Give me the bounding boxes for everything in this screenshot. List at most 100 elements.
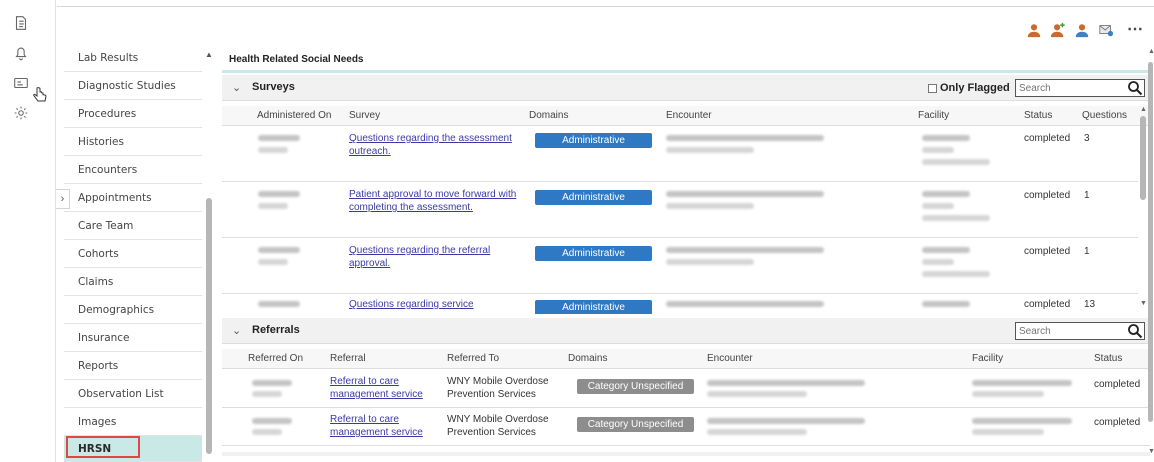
column-header[interactable]: Encounter — [707, 353, 753, 364]
gear-icon[interactable] — [10, 102, 32, 124]
domain-badge: Category Unspecified — [577, 379, 694, 394]
survey-link[interactable]: Patient approval to move forward with co… — [349, 188, 534, 214]
table-row[interactable]: Questions regarding the assessment outre… — [222, 126, 1138, 182]
sidebar-item-diagnostic-studies[interactable]: Diagnostic Studies — [64, 72, 202, 100]
redacted-facility — [922, 215, 990, 221]
question-count: 1 — [1084, 190, 1090, 201]
column-header[interactable]: Status — [1024, 110, 1052, 121]
domain-badge: Administrative — [535, 246, 652, 261]
status-text: completed — [1024, 133, 1071, 144]
redacted-encounter — [666, 147, 754, 153]
surveys-search-input[interactable] — [1016, 80, 1126, 96]
referrals-title: Referrals — [252, 324, 300, 336]
column-header[interactable]: Administered On — [257, 110, 331, 121]
table-row[interactable]: Patient approval to move forward with co… — [222, 182, 1138, 238]
sidebar-item-appointments[interactable]: Appointments — [64, 184, 202, 212]
column-header[interactable]: Referral — [330, 353, 366, 364]
referral-link[interactable]: Referral to care management service — [330, 413, 440, 439]
redacted-facility — [922, 271, 990, 277]
surveys-header[interactable]: ⌄ Surveys Only Flagged — [222, 75, 1150, 101]
scroll-down-arrow-icon[interactable]: ▼ — [1140, 300, 1147, 307]
table-row[interactable]: Questions regarding the referral approva… — [222, 238, 1138, 294]
sidebar-item-hrsn[interactable]: HRSN — [64, 436, 202, 462]
chevron-down-icon[interactable]: ⌄ — [232, 324, 241, 337]
status-text: completed — [1024, 190, 1071, 201]
redacted-facility — [922, 301, 970, 307]
sidebar-item-label: Reports — [78, 359, 119, 372]
redacted-encounter — [707, 418, 865, 424]
sidebar-item-observation-list[interactable]: Observation List — [64, 380, 202, 408]
surveys-table-header: Administered On Survey Domains Encounter… — [222, 106, 1150, 126]
surveys-title: Surveys — [252, 81, 295, 93]
scroll-up-arrow-icon[interactable]: ▲ — [1148, 48, 1154, 55]
document-icon[interactable] — [10, 12, 32, 34]
survey-link[interactable]: Questions regarding the assessment outre… — [349, 132, 529, 158]
title-underline — [222, 70, 1150, 73]
sidebar-item-images[interactable]: Images — [64, 408, 202, 436]
more-options-icon[interactable]: ⋯ — [1127, 22, 1144, 38]
bell-icon[interactable] — [10, 42, 32, 64]
scroll-up-arrow-icon[interactable]: ▲ — [205, 50, 213, 59]
sidebar-item-insurance[interactable]: Insurance — [64, 324, 202, 352]
column-header[interactable]: Referred On — [248, 353, 303, 364]
survey-link[interactable]: Questions regarding the referral approva… — [349, 244, 529, 270]
only-flagged-checkbox[interactable] — [928, 83, 937, 93]
message-icon[interactable] — [1097, 21, 1115, 39]
table-row[interactable]: Referral to care management service WNY … — [222, 370, 1150, 408]
redacted-encounter — [666, 203, 754, 209]
add-patient-icon[interactable] — [1049, 21, 1067, 39]
sidebar-item-reports[interactable]: Reports — [64, 352, 202, 380]
patient-icon[interactable] — [1025, 21, 1043, 39]
sidebar-item-label: Encounters — [78, 163, 138, 176]
sidebar-item-care-team[interactable]: Care Team — [64, 212, 202, 240]
table-row[interactable]: Questions regarding service Administrati… — [222, 294, 1138, 314]
referrals-header[interactable]: ⌄ Referrals — [222, 318, 1150, 344]
column-header[interactable]: Domains — [568, 353, 607, 364]
header-actions: ⋯ — [1025, 21, 1144, 39]
referrals-search[interactable] — [1015, 322, 1145, 340]
hand-cursor-icon — [33, 87, 47, 102]
sidebar-item-demographics[interactable]: Demographics — [64, 296, 202, 324]
sidebar-scrollbar[interactable] — [206, 198, 212, 454]
care-team-icon[interactable] — [1073, 21, 1091, 39]
scroll-up-arrow-icon[interactable]: ▲ — [1140, 106, 1147, 113]
redacted-time — [252, 429, 282, 435]
sidebar-item-cohorts[interactable]: Cohorts — [64, 240, 202, 268]
table-row[interactable]: Referral to care management service WNY … — [222, 408, 1150, 446]
redacted-facility — [972, 391, 1044, 397]
referral-link[interactable]: Referral to care management service — [330, 375, 440, 401]
sidebar-item-claims[interactable]: Claims — [64, 268, 202, 296]
survey-link[interactable]: Questions regarding service — [349, 298, 529, 311]
redacted-date — [258, 301, 300, 307]
status-text: completed — [1094, 417, 1141, 428]
sidebar-item-encounters[interactable]: Encounters — [64, 156, 202, 184]
redacted-time — [258, 147, 288, 153]
card-icon[interactable] — [10, 72, 32, 94]
surveys-scrollbar[interactable] — [1140, 116, 1146, 200]
surveys-search[interactable] — [1015, 79, 1145, 97]
sidebar-item-label: Procedures — [78, 107, 137, 120]
column-header[interactable]: Status — [1094, 353, 1122, 364]
search-icon[interactable] — [1127, 80, 1143, 96]
column-header[interactable]: Facility — [918, 110, 949, 121]
scroll-down-arrow-icon[interactable]: ▼ — [1148, 448, 1154, 455]
question-count: 13 — [1084, 299, 1096, 310]
column-header[interactable]: Referred To — [447, 353, 499, 364]
column-header[interactable]: Survey — [349, 110, 380, 121]
column-header[interactable]: Questions — [1082, 110, 1127, 121]
column-header[interactable]: Encounter — [666, 110, 712, 121]
sidebar-item-histories[interactable]: Histories — [64, 128, 202, 156]
sidebar-item-lab-results[interactable]: Lab Results — [64, 44, 202, 72]
chevron-down-icon[interactable]: ⌄ — [232, 81, 241, 94]
only-flagged-label: Only Flagged — [940, 82, 1010, 94]
sidebar-item-label: Diagnostic Studies — [78, 79, 176, 92]
column-header[interactable]: Facility — [972, 353, 1003, 364]
expand-sidebar-button[interactable]: › — [56, 189, 70, 209]
page-scrollbar[interactable] — [1148, 62, 1153, 422]
only-flagged-toggle[interactable]: Only Flagged — [928, 82, 1010, 94]
icon-rail — [0, 0, 56, 462]
column-header[interactable]: Domains — [529, 110, 568, 121]
search-icon[interactable] — [1127, 323, 1143, 339]
sidebar-item-procedures[interactable]: Procedures — [64, 100, 202, 128]
referrals-search-input[interactable] — [1016, 323, 1126, 339]
